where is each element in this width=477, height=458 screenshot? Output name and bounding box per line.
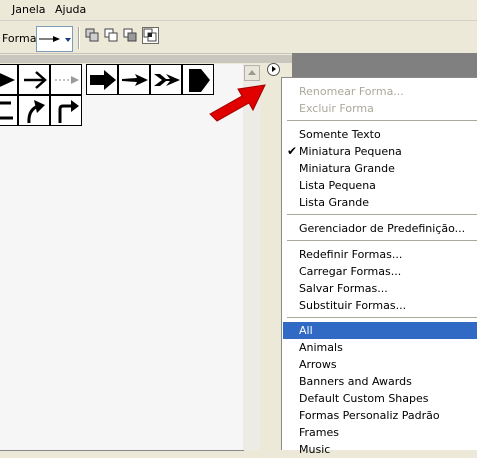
subtract-shape-button[interactable] [123, 28, 138, 43]
checkmark-icon: ✔ [287, 144, 298, 158]
shape-thumb[interactable] [0, 64, 18, 95]
menu-item-miniatura-grande[interactable]: Miniatura Grande [283, 160, 477, 177]
shape-thumb[interactable] [86, 64, 118, 95]
thin-arrow-right-icon [39, 36, 60, 42]
shape-label: Forma: [2, 32, 41, 45]
menu-separator [287, 214, 477, 215]
panel-top-strip [0, 55, 292, 63]
u-turn-arrow-icon [0, 101, 13, 120]
menu-item-arrows[interactable]: Arrows [283, 356, 477, 373]
shape-thumb[interactable] [118, 64, 150, 95]
menu-item-formas-personaliz-padrao[interactable]: Formas Personaliz Padrão [283, 407, 477, 424]
red-arrow-icon [209, 84, 266, 122]
menu-separator [287, 240, 477, 241]
menu-item-carregar-formas[interactable]: Carregar Formas... [283, 263, 477, 280]
shape-thumb[interactable] [150, 64, 182, 95]
add-to-shape-button[interactable] [104, 28, 119, 43]
menu-item-substituir-formas[interactable]: Substituir Formas... [283, 297, 477, 314]
new-layer-button[interactable] [85, 28, 100, 43]
dock-bar [292, 53, 477, 77]
menu-item-frames[interactable]: Frames [283, 424, 477, 441]
slim-arrow-right-icon [122, 74, 148, 86]
flyout-menu-button[interactable] [267, 63, 280, 76]
menu-item-renomear-forma[interactable]: Renomear Forma... [283, 83, 477, 100]
arrow-right-icon [24, 71, 47, 89]
menu-item-miniatura-pequena[interactable]: ✔ Miniatura Pequena [283, 143, 477, 160]
menu-separator [287, 120, 477, 121]
menu-bar: Janela Ajuda [0, 0, 477, 21]
menu-item-banners-and-awards[interactable]: Banners and Awards [283, 373, 477, 390]
menu-item-default-custom-shapes[interactable]: Default Custom Shapes [283, 390, 477, 407]
menu-separator [287, 317, 477, 318]
filled-arrow-right-icon [0, 73, 15, 87]
subtract-shape-icon [123, 28, 137, 42]
intersect-shape-icon [143, 28, 157, 42]
double-chevron-arrow-icon [154, 74, 180, 86]
menu-janela[interactable]: Janela [12, 3, 46, 16]
new-layer-icon [85, 28, 99, 42]
shape-thumb[interactable] [18, 64, 50, 95]
menu-item-animals[interactable]: Animals [283, 339, 477, 356]
curved-arrow-icon [27, 100, 45, 124]
shape-thumb[interactable] [50, 64, 82, 95]
menu-item-lista-grande[interactable]: Lista Grande [283, 194, 477, 211]
menu-item-somente-texto[interactable]: Somente Texto [283, 126, 477, 143]
bent-arrow-icon [58, 100, 79, 123]
shape-picker-dropdown[interactable] [63, 26, 73, 52]
menu-item-lista-pequena[interactable]: Lista Pequena [283, 177, 477, 194]
flyout-context-menu: Renomear Forma... Excluir Forma Somente … [281, 77, 477, 456]
shape-thumb[interactable] [50, 95, 82, 126]
menu-item-all[interactable]: All [283, 322, 477, 339]
menu-item-gerenciador-predefinicao[interactable]: Gerenciador de Predefinição... [283, 220, 477, 237]
menu-item-redefinir-formas[interactable]: Redefinir Formas... [283, 246, 477, 263]
menu-item-salvar-formas[interactable]: Salvar Formas... [283, 280, 477, 297]
menu-item-excluir-forma[interactable]: Excluir Forma [283, 100, 477, 117]
intersect-shape-button[interactable] [142, 27, 159, 44]
shape-picker[interactable] [36, 26, 65, 52]
menu-ajuda[interactable]: Ajuda [55, 3, 86, 16]
bold-arrow-right-icon [90, 70, 116, 90]
toolbar-separator [78, 27, 80, 49]
options-bar: Forma: [0, 21, 477, 54]
shape-thumb[interactable] [0, 95, 18, 126]
thin-dashed-arrow-icon [55, 76, 79, 84]
shape-thumb[interactable] [18, 95, 50, 126]
add-to-shape-icon [104, 28, 118, 42]
